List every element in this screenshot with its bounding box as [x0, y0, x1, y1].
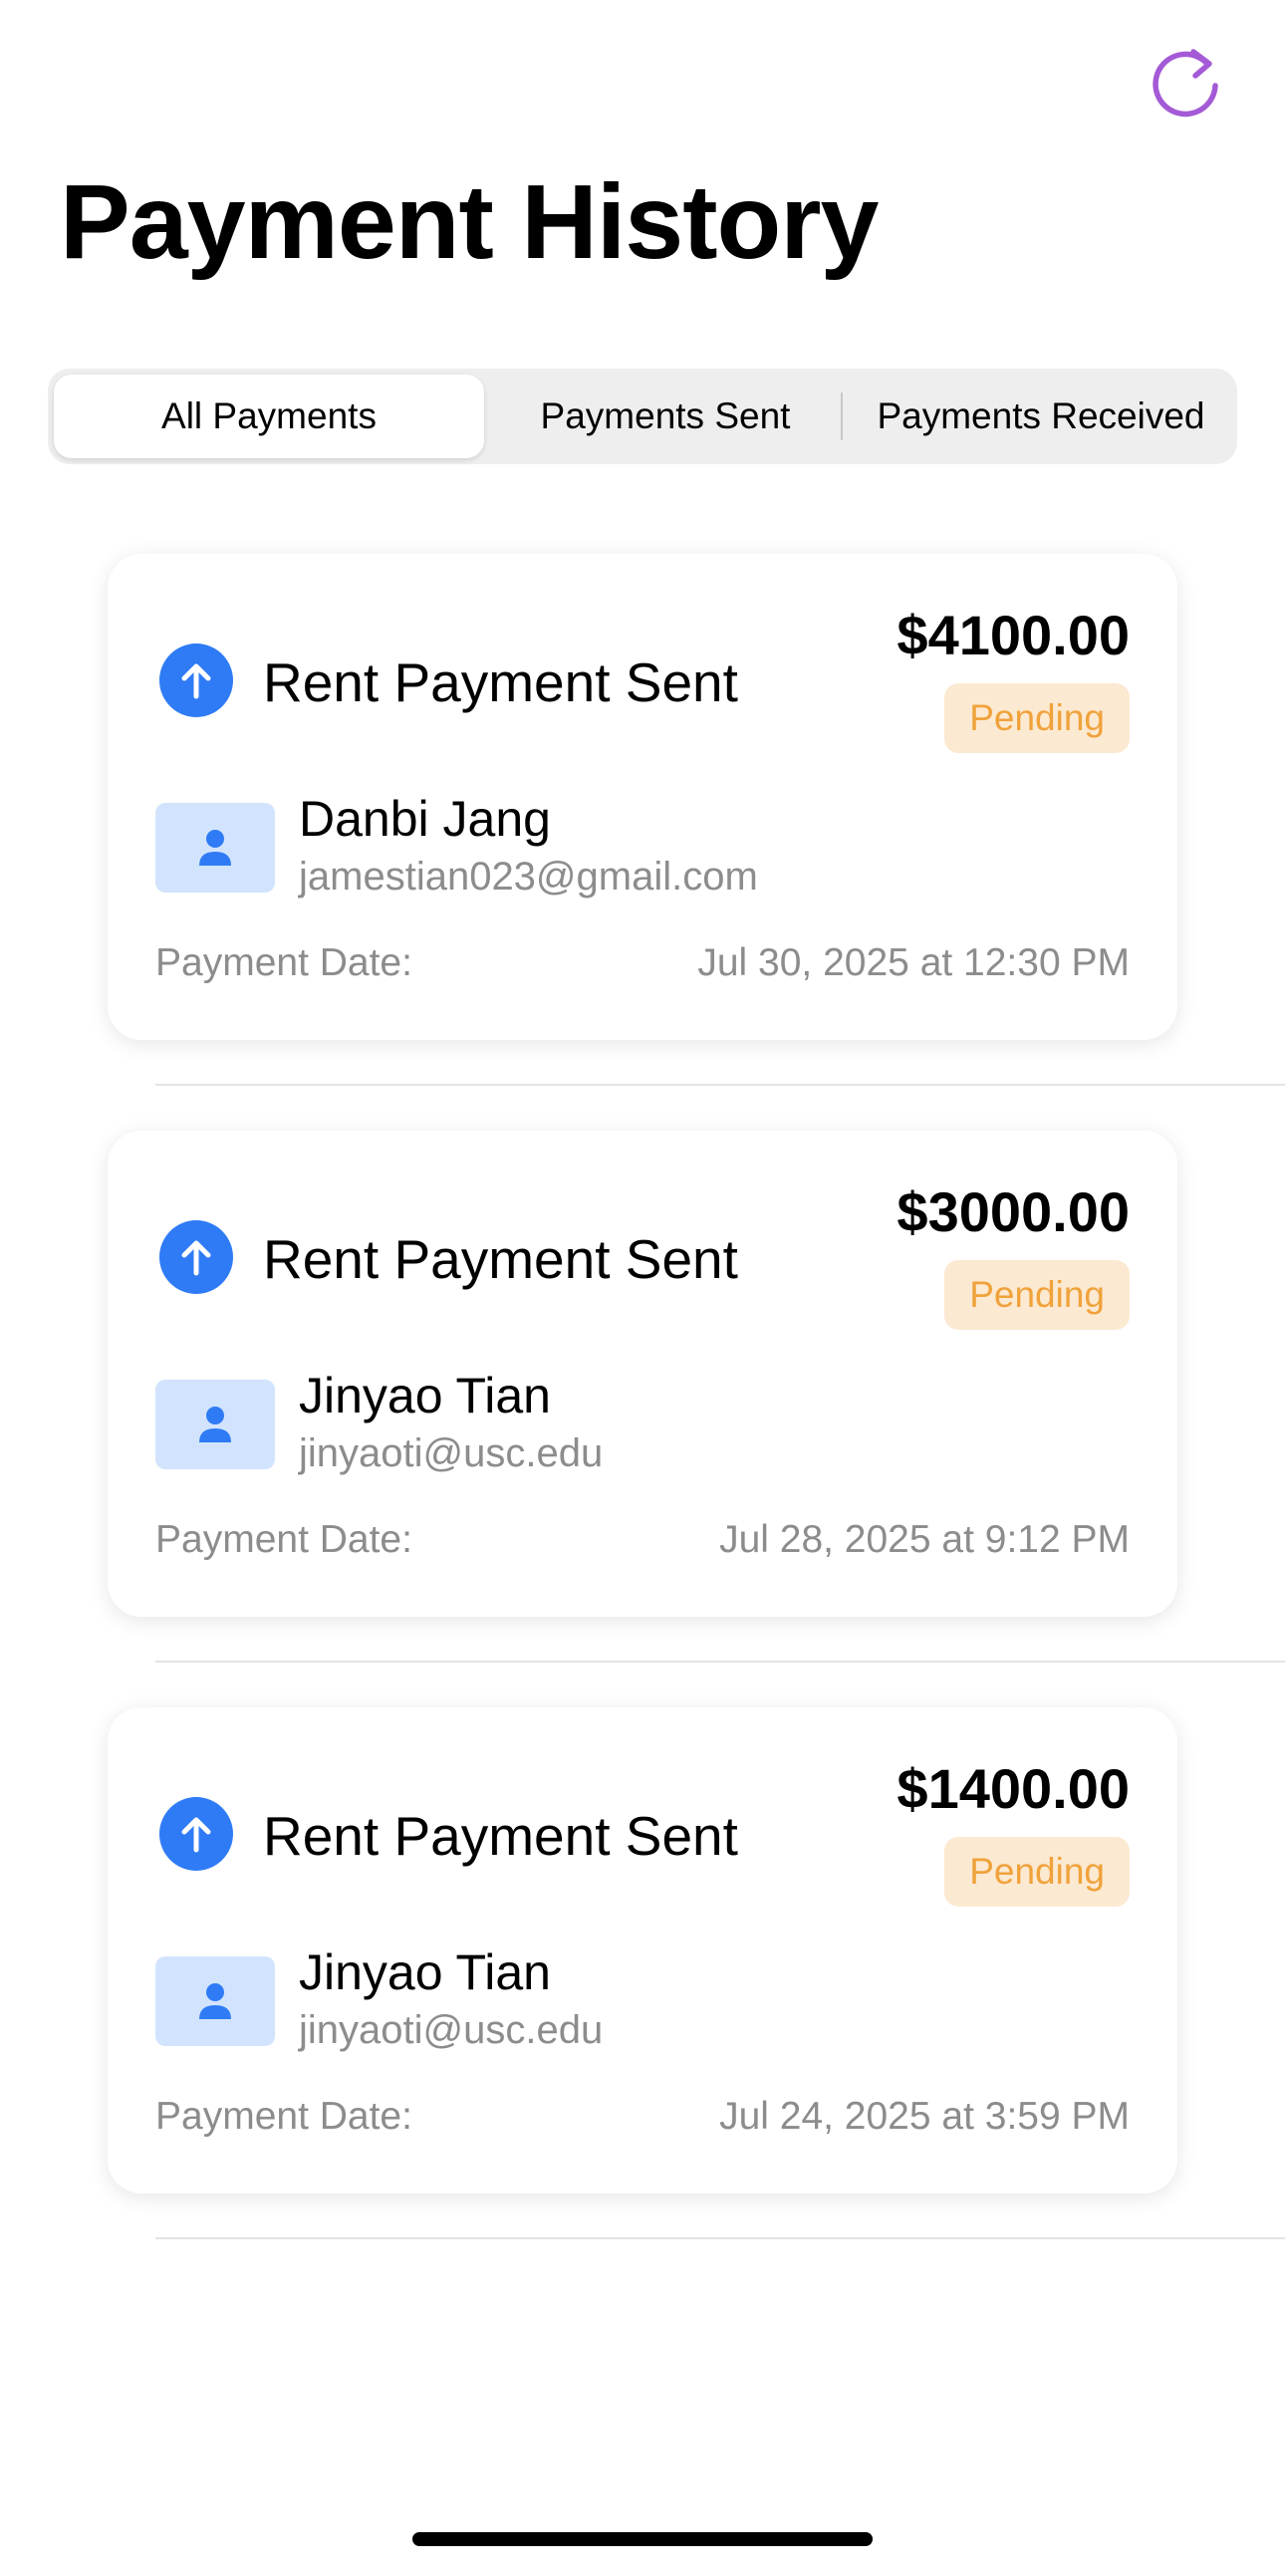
arrow-up-icon [159, 1797, 233, 1871]
payment-title: Rent Payment Sent [263, 1805, 738, 1867]
arrow-up-icon [159, 644, 233, 717]
payment-date: Jul 30, 2025 at 12:30 PM [697, 941, 1130, 984]
payment-card[interactable]: Rent Payment Sent $4100.00 Pending Danbi… [108, 554, 1177, 1040]
person-icon [199, 1407, 231, 1442]
tab-payments-received[interactable]: Payments Received [845, 369, 1237, 464]
payment-amount: $1400.00 [897, 1757, 1130, 1820]
payment-title: Rent Payment Sent [263, 1228, 738, 1290]
tab-label: Payments Received [877, 395, 1205, 436]
row-separator [155, 2237, 1285, 2239]
status-badge: Pending [944, 1260, 1130, 1330]
recipient-email: jinyaoti@usc.edu [299, 2008, 604, 2052]
payment-amount: $4100.00 [897, 604, 1130, 666]
recipient-name: Jinyao Tian [299, 1368, 551, 1423]
payment-date: Jul 24, 2025 at 3:59 PM [719, 2095, 1130, 2138]
payment-amount: $3000.00 [897, 1180, 1130, 1243]
refresh-button[interactable] [1144, 38, 1231, 126]
recipient-email: jamestian023@gmail.com [299, 855, 758, 899]
payment-date-label: Payment Date: [155, 2095, 412, 2138]
arrow-clockwise-icon [1153, 49, 1218, 118]
avatar [155, 1380, 275, 1469]
payment-title: Rent Payment Sent [263, 651, 738, 713]
avatar [155, 803, 275, 893]
tab-label: Payments Sent [540, 395, 791, 436]
recipient-name: Jinyao Tian [299, 1944, 551, 2000]
recipient-name: Danbi Jang [299, 791, 551, 847]
status-badge: Pending [944, 1837, 1130, 1907]
segment-divider [841, 392, 843, 440]
payment-card[interactable]: Rent Payment Sent $3000.00 Pending Jinya… [108, 1131, 1177, 1617]
person-icon [199, 830, 231, 866]
payment-date: Jul 28, 2025 at 9:12 PM [719, 1518, 1130, 1561]
payment-date-label: Payment Date: [155, 1518, 412, 1561]
row-separator [155, 1084, 1285, 1086]
tab-all-payments[interactable]: All Payments [54, 375, 484, 458]
avatar [155, 1956, 275, 2046]
tab-label: All Payments [161, 395, 377, 436]
payment-date-label: Payment Date: [155, 941, 412, 984]
tab-payments-sent[interactable]: Payments Sent [484, 369, 847, 464]
payment-filter-segmented-control: All Payments Payments Sent Payments Rece… [48, 369, 1237, 464]
payment-card[interactable]: Rent Payment Sent $1400.00 Pending Jinya… [108, 1707, 1177, 2193]
row-separator [155, 1661, 1285, 1663]
page-title: Payment History [60, 163, 880, 281]
recipient-email: jinyaoti@usc.edu [299, 1431, 604, 1475]
arrow-up-icon [159, 1220, 233, 1294]
person-icon [199, 1983, 231, 2019]
home-indicator[interactable] [412, 2532, 873, 2546]
status-badge: Pending [944, 683, 1130, 753]
